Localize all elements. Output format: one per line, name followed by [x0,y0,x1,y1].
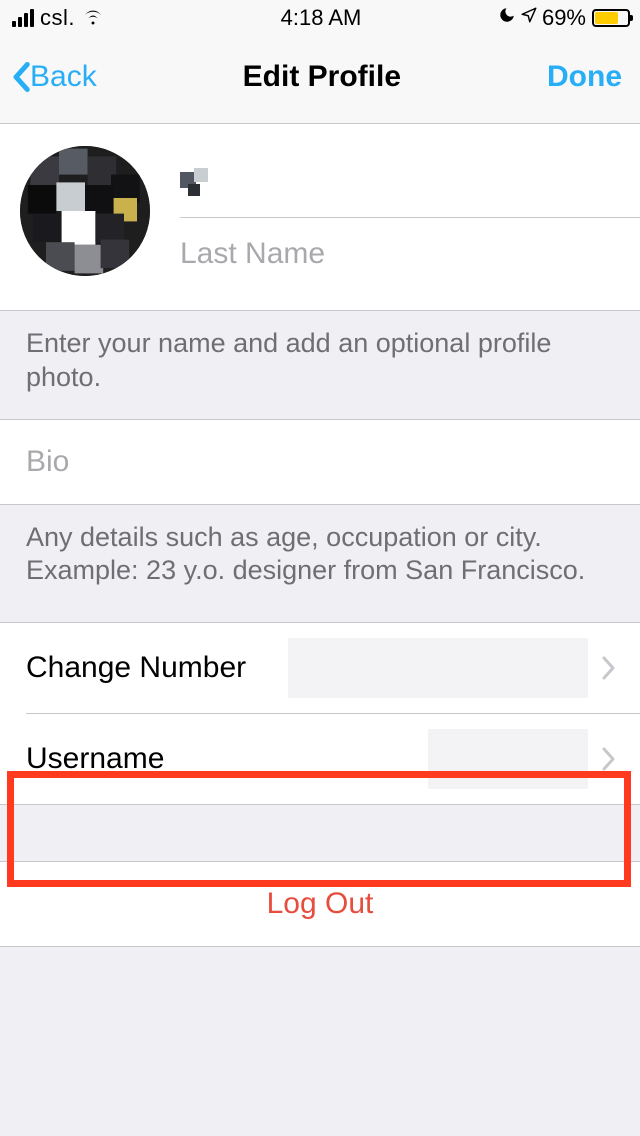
status-right: 69% [424,5,630,31]
bio-placeholder: Bio [26,445,69,479]
account-section: Change Number Username [0,622,640,805]
profile-photo-button[interactable] [20,146,150,276]
back-button[interactable]: Back [12,60,97,94]
do-not-disturb-icon [498,6,516,30]
first-name-value-redacted [180,168,220,196]
chevron-right-icon [602,655,620,681]
username-row[interactable]: Username [0,714,640,804]
change-number-value [288,638,588,698]
logout-button[interactable]: Log Out [0,862,640,946]
page-title: Edit Profile [243,60,401,94]
logout-section: Log Out [0,861,640,947]
name-fields [180,146,640,290]
location-icon [520,6,538,30]
name-hint-text: Enter your name and add an optional prof… [0,311,640,419]
first-name-field[interactable] [180,146,640,218]
chevron-right-icon [602,746,620,772]
cellular-signal-icon [12,9,34,27]
name-section [0,124,640,311]
bio-section: Bio [0,419,640,505]
change-number-label: Change Number [26,651,288,685]
status-bar: csl. 4:18 AM 69% [0,0,640,36]
bio-field[interactable]: Bio [0,420,640,504]
back-label: Back [30,60,97,94]
last-name-input[interactable] [180,237,616,271]
battery-icon [592,9,630,27]
username-value [428,729,588,789]
chevron-left-icon [12,62,30,92]
username-label: Username [26,742,428,776]
nav-bar: Back Edit Profile Done [0,36,640,124]
battery-percent-label: 69% [542,5,586,31]
status-left: csl. [12,5,218,31]
bio-hint-text: Any details such as age, occupation or c… [0,505,640,623]
change-number-row[interactable]: Change Number [0,623,640,713]
done-button[interactable]: Done [547,60,622,94]
status-time: 4:18 AM [218,5,424,31]
wifi-icon [81,5,105,31]
carrier-label: csl. [40,5,75,31]
last-name-field[interactable] [180,218,640,290]
